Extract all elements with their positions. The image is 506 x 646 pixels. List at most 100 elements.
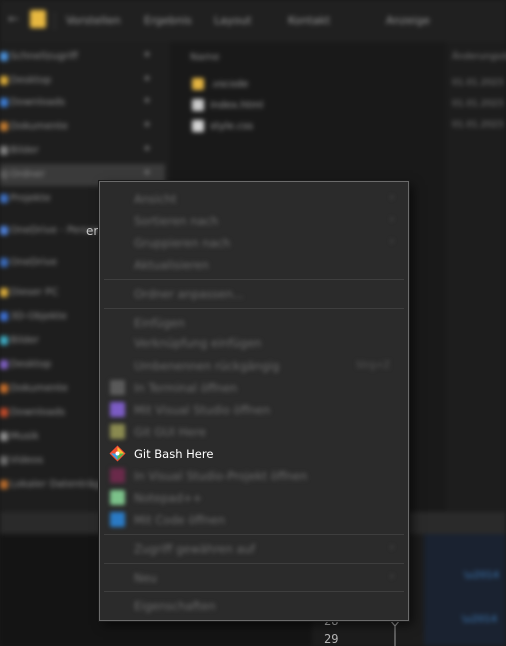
menu-item-label: Notepad++ xyxy=(134,491,203,505)
code-marker: \u2014 xyxy=(462,614,498,625)
folder-icon xyxy=(0,98,8,107)
line-number: 29 xyxy=(324,632,339,646)
code-marker: \u2014 xyxy=(464,570,500,581)
date-column-header[interactable]: Änderungsdatum xyxy=(452,52,506,62)
sidebar-item[interactable]: Dokumente ★ xyxy=(0,116,165,138)
menu-item[interactable]: Ordner anpassen... xyxy=(100,283,408,305)
app-icon xyxy=(110,380,125,395)
menu-item[interactable]: Sortieren nach › xyxy=(100,210,408,232)
menu-item-label: Gruppieren nach xyxy=(134,236,231,250)
menu-item[interactable]: Eigenschaften xyxy=(100,595,408,617)
file-name: .vscode xyxy=(210,79,249,90)
menu-item[interactable]: In Terminal öffnen xyxy=(100,377,408,399)
file-row[interactable]: style.css xyxy=(192,120,253,138)
file-icon xyxy=(192,120,204,132)
submenu-arrow-icon: › xyxy=(390,542,394,553)
toolbar-tab-1[interactable]: Vorstellen xyxy=(66,14,121,27)
app-icon xyxy=(110,468,125,483)
file-row[interactable]: index.html xyxy=(192,99,263,117)
menu-item-label: In Terminal öffnen xyxy=(134,381,238,395)
submenu-arrow-icon: › xyxy=(390,571,394,582)
sidebar-item-label: Schnellzugriff xyxy=(10,51,78,62)
folder-icon xyxy=(0,312,8,321)
folder-icon xyxy=(0,336,8,345)
sidebar-item-label: OneDrive xyxy=(10,257,58,268)
menu-separator xyxy=(104,308,404,309)
sidebar-item[interactable]: Bilder ★ xyxy=(0,140,165,162)
context-menu: Ansicht › Sortieren nach › Gruppieren nach › A… xyxy=(99,181,409,621)
menu-item-label: Einfügen xyxy=(134,316,185,330)
pin-icon[interactable]: ★ xyxy=(143,120,151,130)
menu-item[interactable]: Notepad++ xyxy=(100,487,408,509)
menu-separator xyxy=(104,279,404,280)
folder-icon xyxy=(0,258,8,267)
sidebar-item[interactable]: Desktop ★ xyxy=(0,70,165,92)
menu-item[interactable]: Mit Visual Studio öffnen xyxy=(100,399,408,421)
file-icon xyxy=(192,99,204,111)
toolbar-tab-2[interactable]: Ergebnis xyxy=(144,14,192,27)
folder-icon xyxy=(0,122,8,131)
folder-icon xyxy=(0,288,8,297)
pin-icon[interactable]: ★ xyxy=(143,144,151,154)
menu-item[interactable]: Ansicht › xyxy=(100,188,408,210)
folder-icon xyxy=(0,52,8,61)
menu-item[interactable]: Verknüpfung einfügen xyxy=(100,332,408,354)
toolbar-tab-5[interactable]: Anzeige xyxy=(386,14,430,27)
sidebar-item-label: Desktop xyxy=(10,75,52,86)
folder-icon xyxy=(192,78,204,90)
menu-item[interactable]: Aktualisieren xyxy=(100,254,408,276)
date-cell: 01.01.2023 xyxy=(452,99,504,109)
menu-separator xyxy=(104,534,404,535)
app-icon xyxy=(110,490,125,505)
shortcut-hint: Strg+Z xyxy=(356,360,390,371)
menu-item[interactable]: Zugriff gewähren auf › xyxy=(100,538,408,560)
folder-icon xyxy=(0,360,8,369)
menu-item-label: Git GUI Here xyxy=(134,425,206,439)
menu-item-label: Mit Visual Studio öffnen xyxy=(134,403,271,417)
sidebar-item-label: Dokumente xyxy=(10,383,68,394)
name-column-header[interactable]: Name xyxy=(190,52,220,63)
menu-item[interactable]: Neu › xyxy=(100,567,408,589)
menu-separator xyxy=(104,591,404,592)
menu-item[interactable]: Git GUI Here xyxy=(100,421,408,443)
pin-icon[interactable]: ★ xyxy=(143,96,151,106)
folder-icon xyxy=(0,456,8,465)
back-arrow-icon[interactable]: ← xyxy=(8,12,19,27)
sidebar-item[interactable]: Schnellzugriff ★ xyxy=(0,46,165,68)
submenu-arrow-icon: › xyxy=(390,236,394,247)
menu-item[interactable]: Umbenennen rückgängig Strg+Z xyxy=(100,355,408,377)
menu-item-label: Zugriff gewähren auf xyxy=(134,542,255,556)
app-icon xyxy=(110,402,125,417)
folder-icon xyxy=(0,432,8,441)
toolbar-tab-3[interactable]: Layout xyxy=(214,14,251,27)
menu-separator xyxy=(104,563,404,564)
folder-icon xyxy=(0,194,8,203)
pin-icon[interactable]: ★ xyxy=(143,50,151,60)
app-icon xyxy=(110,512,125,527)
toolbar-tab-4[interactable]: Kontakt xyxy=(288,14,330,27)
date-column: Änderungsdatum 01.01.2023 01.01.2023 01.… xyxy=(446,42,506,512)
menu-item[interactable]: Gruppieren nach › xyxy=(100,232,408,254)
sidebar-item[interactable]: Downloads ★ xyxy=(0,92,165,114)
menu-item-label: Mit Code öffnen xyxy=(134,513,225,527)
sidebar-item-label: Downloads xyxy=(10,97,65,108)
git-bash-icon xyxy=(109,445,126,462)
menu-item-label: In Visual Studio-Projekt öffnen xyxy=(134,469,308,483)
menu-item-label: Verknüpfung einfügen xyxy=(134,336,262,350)
menu-item[interactable]: Einfügen xyxy=(100,312,408,334)
explorer-toolbar: ← Vorstellen Ergebnis Layout Kontakt Anz… xyxy=(0,0,506,42)
menu-item-label: Eigenschaften xyxy=(134,599,216,613)
sidebar-item-label: Desktop xyxy=(10,359,52,370)
menu-item-git-bash-here[interactable]: Git Bash Here xyxy=(100,443,408,465)
pin-icon[interactable]: ★ xyxy=(143,74,151,84)
menu-item-label: Umbenennen rückgängig xyxy=(134,359,280,373)
folder-icon xyxy=(30,10,46,28)
menu-item[interactable]: Mit Code öffnen xyxy=(100,509,408,531)
menu-item[interactable]: In Visual Studio-Projekt öffnen xyxy=(100,465,408,487)
pin-icon[interactable]: ★ xyxy=(143,168,151,178)
sidebar-item-label: Downloads xyxy=(10,407,65,418)
code-panel: \u2014 \u2014 xyxy=(424,534,506,646)
submenu-arrow-icon: › xyxy=(390,192,394,203)
app-icon xyxy=(110,424,125,439)
file-row[interactable]: .vscode xyxy=(192,78,248,96)
